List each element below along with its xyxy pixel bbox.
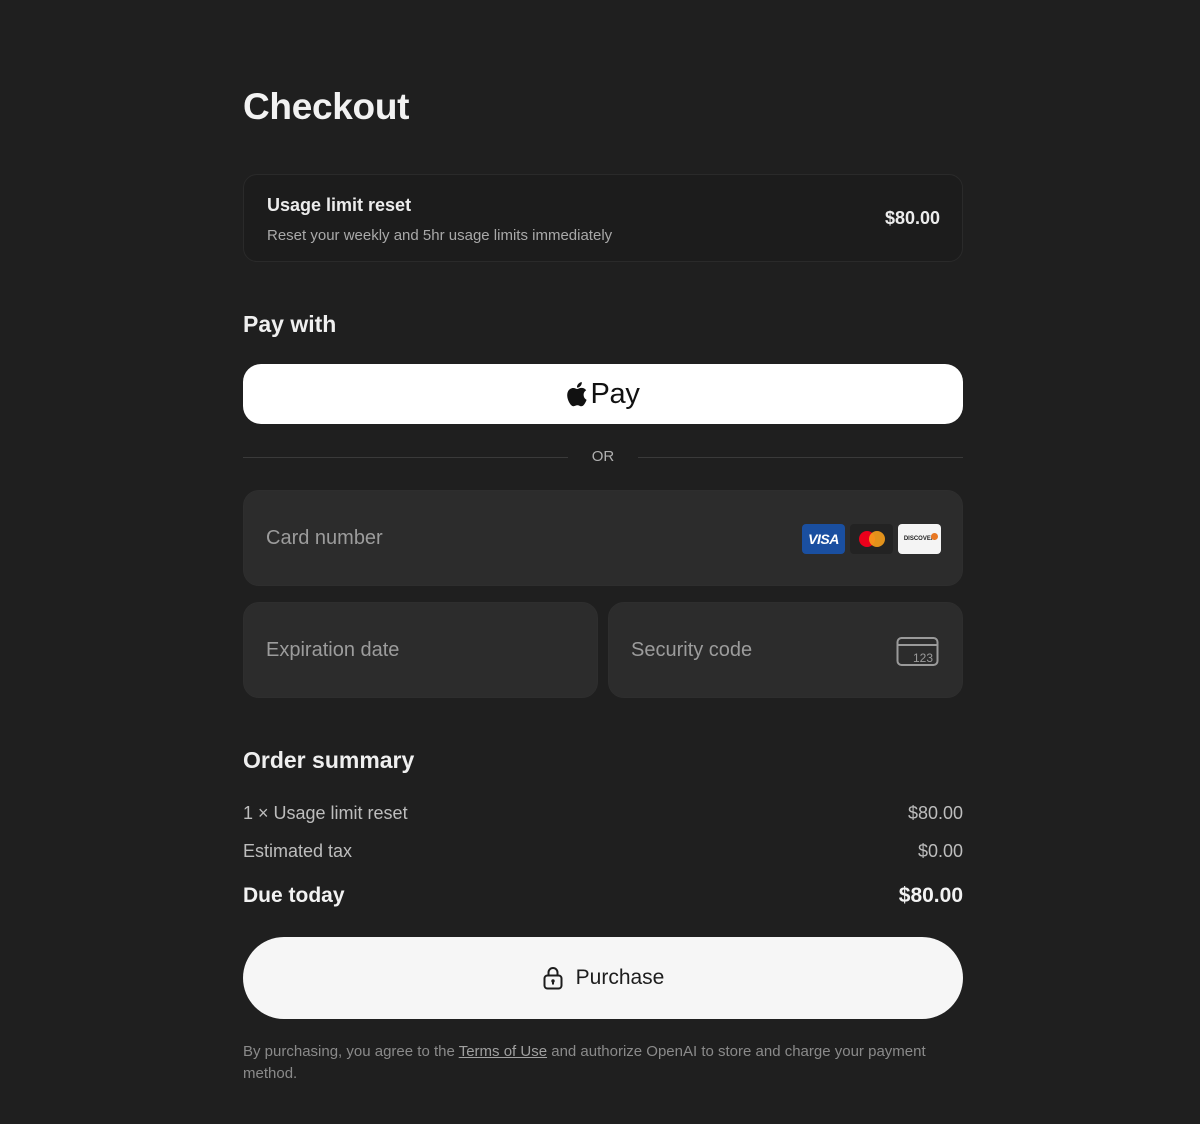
expiration-date-input[interactable] [266, 603, 514, 697]
apple-pay-button[interactable]: Pay [243, 364, 963, 424]
tax-label: Estimated tax [243, 841, 353, 861]
summary-total: Due today $80.00 [243, 884, 963, 908]
divider-line-right [638, 457, 963, 458]
page-title: Checkout [243, 86, 410, 127]
security-code-field[interactable]: 123 [608, 602, 963, 698]
product-price: $80.00 [884, 208, 940, 228]
product-card: Usage limit reset Reset your weekly and … [243, 174, 963, 262]
product-name: Usage limit reset [267, 195, 412, 215]
lock-icon [543, 967, 563, 990]
order-summary-heading: Order summary [243, 747, 415, 773]
pay-with-heading: Pay with [243, 311, 337, 337]
card-brands: VISA DISCOVER [802, 524, 941, 554]
purchase-button[interactable]: Purchase [243, 937, 963, 1019]
total-label: Due today [243, 884, 345, 907]
discover-icon: DISCOVER [898, 524, 941, 554]
checkout-page: Checkout Usage limit reset Reset your we… [243, 0, 963, 1124]
card-number-input[interactable] [266, 491, 769, 585]
tax-value: $0.00 [917, 841, 963, 861]
product-description: Reset your weekly and 5hr usage limits i… [267, 227, 613, 244]
line-item-label: 1 × Usage limit reset [243, 803, 408, 823]
security-code-input[interactable] [631, 603, 879, 697]
visa-icon: VISA [802, 524, 845, 554]
or-divider: OR [243, 446, 963, 468]
cvc-card-icon: 123 [896, 637, 939, 666]
legal-text: By purchasing, you agree to the Terms of… [243, 1041, 963, 1085]
mastercard-icon [850, 524, 893, 554]
apple-logo-icon [567, 382, 588, 407]
discover-dot-icon [931, 533, 938, 540]
card-number-field[interactable]: VISA DISCOVER [243, 490, 963, 586]
cvc-hint-text: 123 [913, 651, 933, 665]
summary-tax: Estimated tax $0.00 [243, 841, 963, 865]
legal-prefix: By purchasing, you agree to the [243, 1043, 459, 1060]
summary-line-item: 1 × Usage limit reset $80.00 [243, 803, 963, 827]
total-value: $80.00 [898, 884, 963, 907]
line-item-value: $80.00 [907, 803, 963, 823]
expiration-date-field[interactable] [243, 602, 598, 698]
purchase-label: Purchase [575, 966, 665, 989]
apple-pay-label: Pay [590, 377, 640, 410]
terms-of-use-link[interactable]: Terms of Use [459, 1043, 547, 1060]
